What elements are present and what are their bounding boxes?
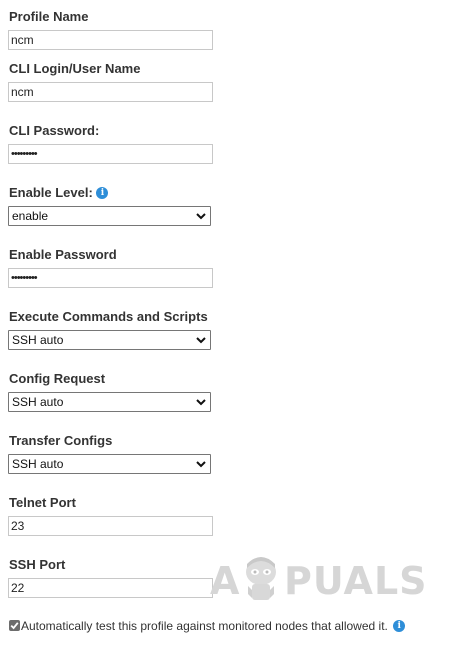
enable-password-input[interactable]: ••••••••• bbox=[8, 268, 213, 288]
watermark-text-right: PUALS bbox=[284, 559, 428, 603]
auto-test-row: Automatically test this profile against … bbox=[9, 619, 406, 633]
cli-password-value: ••••••••• bbox=[11, 148, 38, 160]
execute-commands-value: SSH auto bbox=[12, 333, 64, 347]
cli-password-input[interactable]: ••••••••• bbox=[8, 144, 213, 164]
profile-name-value: ncm bbox=[11, 33, 34, 47]
enable-password-label: Enable Password bbox=[9, 247, 117, 262]
ssh-port-label: SSH Port bbox=[9, 557, 66, 572]
cli-login-label: CLI Login/User Name bbox=[9, 61, 141, 76]
cli-login-input[interactable]: ncm bbox=[8, 82, 213, 102]
telnet-port-label: Telnet Port bbox=[9, 495, 76, 510]
appuals-watermark: A PUALS bbox=[210, 556, 427, 606]
chevron-down-icon bbox=[196, 461, 206, 468]
chevron-down-icon bbox=[196, 213, 206, 220]
info-icon[interactable]: i bbox=[96, 186, 109, 199]
enable-level-value: enable bbox=[12, 209, 49, 223]
watermark-text-left: A bbox=[210, 559, 241, 603]
info-icon[interactable]: i bbox=[393, 619, 406, 632]
ssh-port-input[interactable]: 22 bbox=[8, 578, 213, 598]
enable-level-label: Enable Level: bbox=[9, 185, 93, 200]
ssh-port-value: 22 bbox=[11, 581, 25, 595]
config-request-value: SSH auto bbox=[12, 395, 64, 409]
chevron-down-icon bbox=[196, 399, 206, 406]
profile-name-input[interactable]: ncm bbox=[8, 30, 213, 50]
enable-level-label-row: Enable Level: i bbox=[9, 185, 109, 201]
enable-password-value: ••••••••• bbox=[11, 272, 38, 284]
auto-test-checkbox[interactable] bbox=[9, 620, 20, 632]
cli-login-value: ncm bbox=[11, 85, 34, 99]
chevron-down-icon bbox=[196, 337, 206, 344]
mascot-icon bbox=[246, 557, 276, 600]
transfer-configs-label: Transfer Configs bbox=[9, 433, 113, 448]
config-request-select[interactable]: SSH auto bbox=[8, 392, 211, 412]
profile-name-label: Profile Name bbox=[9, 9, 89, 24]
auto-test-label: Automatically test this profile against … bbox=[21, 619, 388, 633]
execute-commands-label: Execute Commands and Scripts bbox=[9, 309, 208, 324]
transfer-configs-select[interactable]: SSH auto bbox=[8, 454, 211, 474]
config-request-label: Config Request bbox=[9, 371, 106, 386]
execute-commands-select[interactable]: SSH auto bbox=[8, 330, 211, 350]
telnet-port-value: 23 bbox=[11, 519, 25, 533]
checkmark-icon bbox=[10, 622, 19, 630]
telnet-port-input[interactable]: 23 bbox=[8, 516, 213, 536]
enable-level-select[interactable]: enable bbox=[8, 206, 211, 226]
transfer-configs-value: SSH auto bbox=[12, 457, 64, 471]
cli-password-label: CLI Password: bbox=[9, 123, 100, 138]
